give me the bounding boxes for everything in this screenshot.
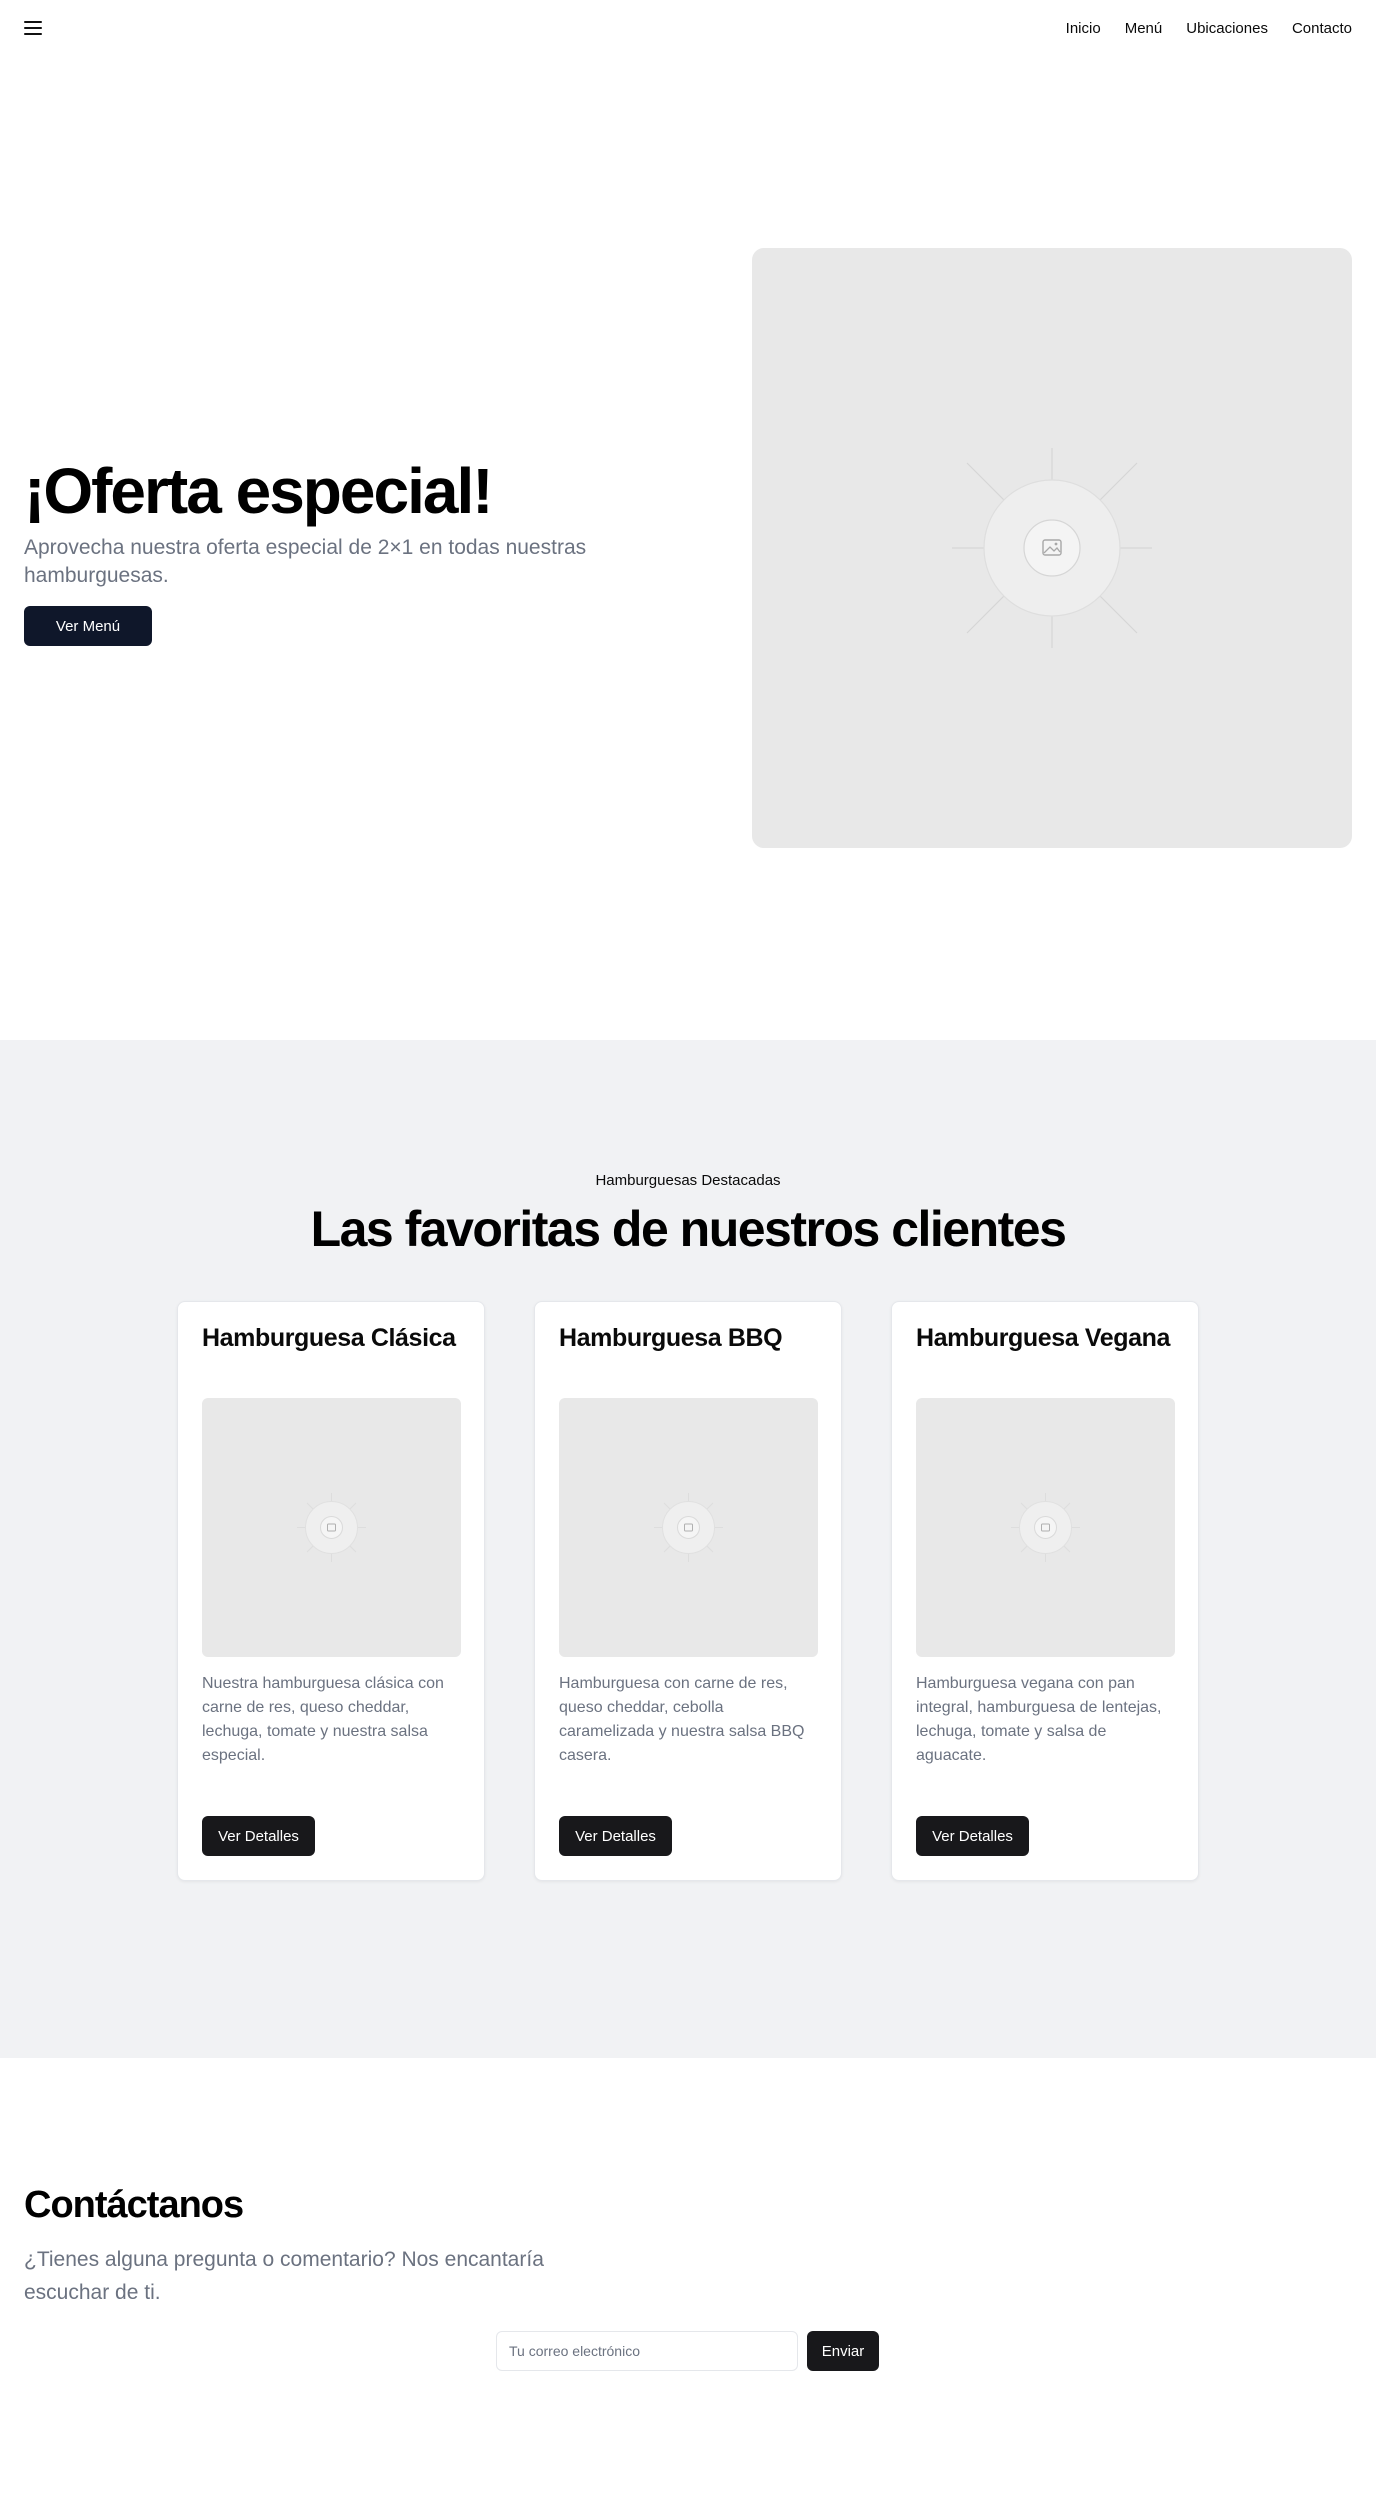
nav-link-contacto[interactable]: Contacto [1292, 20, 1352, 37]
hero-title: ¡Oferta especial! [24, 455, 494, 527]
burger-card-clasica: Hamburguesa Clásica Nuestra hamburguesa … [177, 1301, 485, 1881]
card-image-placeholder [202, 1398, 461, 1657]
card-description: Hamburguesa vegana con pan integral, ham… [916, 1675, 1162, 1764]
card-image-placeholder [916, 1398, 1175, 1657]
image-placeholder-icon [952, 448, 1152, 648]
burger-card-vegana: Hamburguesa Vegana Hamburguesa vegana co… [891, 1301, 1199, 1881]
card-description: Hamburguesa con carne de res, queso ched… [559, 1675, 805, 1764]
card-image-placeholder [559, 1398, 818, 1657]
featured-burgers-section: Hamburguesas Destacadas Las favoritas de… [0, 1040, 1376, 2058]
card-title: Hamburguesa Clásica [202, 1324, 456, 1352]
main-nav: Inicio Menú Ubicaciones Contacto [1066, 20, 1352, 37]
burger-card-bbq: Hamburguesa BBQ Hamburguesa con carne de… [534, 1301, 842, 1881]
image-placeholder-icon [654, 1493, 723, 1562]
hero-subtitle: Aprovecha nuestra oferta especial de 2×1… [24, 536, 587, 588]
contact-title: Contáctanos [24, 2184, 244, 2226]
section-eyebrow: Hamburguesas Destacadas [595, 1172, 781, 1189]
hero-text: ¡Oferta especial! Aprovecha nuestra ofer… [24, 455, 664, 647]
card-title: Hamburguesa Vegana [916, 1324, 1171, 1352]
nav-link-menu[interactable]: Menú [1125, 20, 1163, 37]
card-description: Nuestra hamburguesa clásica con carne de… [202, 1675, 444, 1764]
image-placeholder-icon [297, 1493, 366, 1562]
ver-detalles-button[interactable]: Ver Detalles [916, 1816, 1029, 1856]
send-button[interactable]: Enviar [807, 2331, 879, 2371]
ver-menu-button[interactable]: Ver Menú [24, 606, 152, 647]
nav-link-inicio[interactable]: Inicio [1066, 20, 1101, 37]
hero-image-placeholder [752, 248, 1352, 848]
site-header: Inicio Menú Ubicaciones Contacto [0, 0, 1376, 56]
nav-link-ubicaciones[interactable]: Ubicaciones [1186, 20, 1268, 37]
image-placeholder-icon [1011, 1493, 1080, 1562]
hero-section: ¡Oferta especial! Aprovecha nuestra ofer… [0, 56, 1376, 1040]
contact-subtitle: ¿Tienes alguna pregunta o comentario? No… [24, 2248, 544, 2304]
card-title: Hamburguesa BBQ [559, 1324, 783, 1352]
ver-detalles-button[interactable]: Ver Detalles [559, 1816, 672, 1856]
email-input[interactable] [496, 2331, 798, 2371]
hamburger-menu-icon[interactable] [24, 16, 48, 40]
contact-section: Contáctanos ¿Tienes alguna pregunta o co… [0, 2058, 1376, 2499]
section-title: Las favoritas de nuestros clientes [310, 1201, 1067, 1257]
ver-detalles-button[interactable]: Ver Detalles [202, 1816, 315, 1856]
